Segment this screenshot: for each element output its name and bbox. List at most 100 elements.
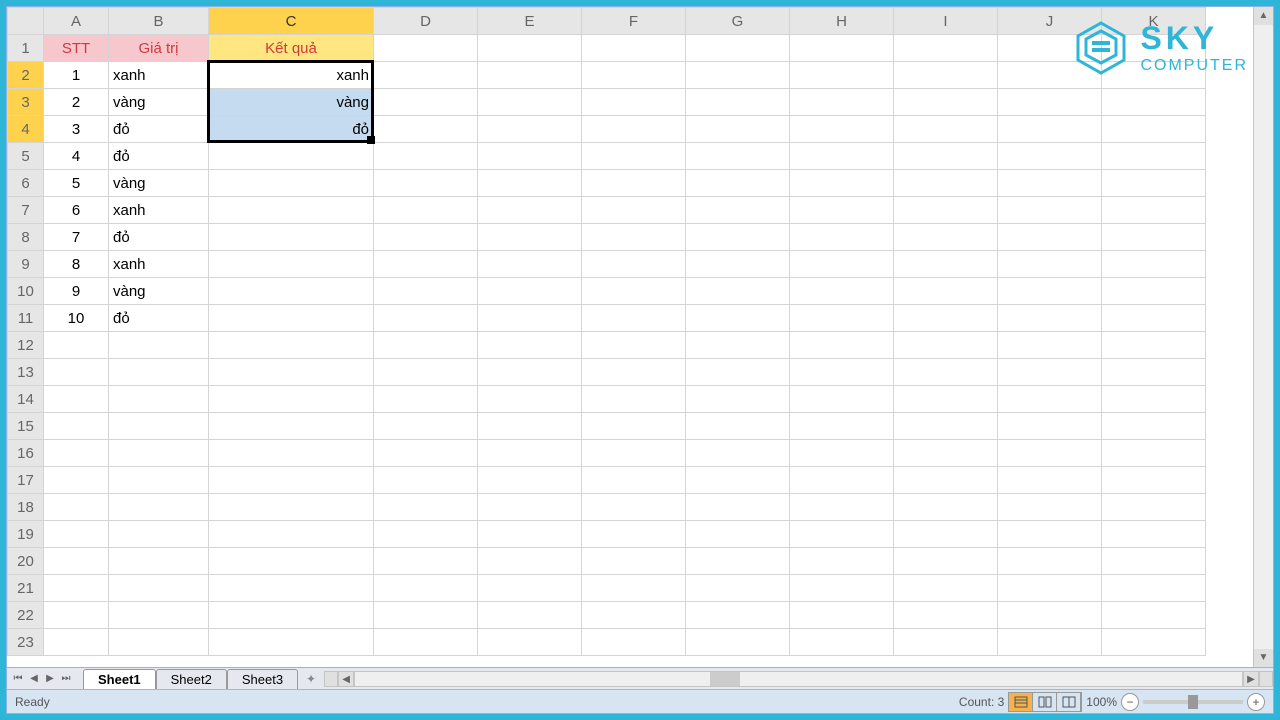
cell-A18[interactable] (44, 494, 109, 521)
cell-J14[interactable] (998, 386, 1102, 413)
cell-F22[interactable] (582, 602, 686, 629)
scroll-down-arrow[interactable]: ▼ (1254, 649, 1273, 667)
cell-I19[interactable] (894, 521, 998, 548)
row-header-6[interactable]: 6 (8, 170, 44, 197)
cell-B15[interactable] (109, 413, 209, 440)
cell-B11[interactable]: đỏ (109, 305, 209, 332)
page-layout-view-button[interactable] (1033, 693, 1057, 711)
cell-H7[interactable] (790, 197, 894, 224)
cell-I22[interactable] (894, 602, 998, 629)
cell-E11[interactable] (478, 305, 582, 332)
tab-next-icon[interactable]: ▶ (43, 673, 57, 684)
cell-G10[interactable] (686, 278, 790, 305)
cell-H14[interactable] (790, 386, 894, 413)
cell-G15[interactable] (686, 413, 790, 440)
cell-C2[interactable]: xanh (209, 62, 374, 89)
cell-I2[interactable] (894, 62, 998, 89)
cell-G13[interactable] (686, 359, 790, 386)
cell-F18[interactable] (582, 494, 686, 521)
sheet-tab-sheet2[interactable]: Sheet2 (156, 669, 227, 689)
cell-C10[interactable] (209, 278, 374, 305)
cell-H16[interactable] (790, 440, 894, 467)
row-header-10[interactable]: 10 (8, 278, 44, 305)
cell-D14[interactable] (374, 386, 478, 413)
cell-G20[interactable] (686, 548, 790, 575)
cell-F14[interactable] (582, 386, 686, 413)
cell-J8[interactable] (998, 224, 1102, 251)
cell-B9[interactable]: xanh (109, 251, 209, 278)
cell-B10[interactable]: vàng (109, 278, 209, 305)
hscroll-track[interactable] (354, 671, 1243, 687)
row-header-5[interactable]: 5 (8, 143, 44, 170)
cell-G7[interactable] (686, 197, 790, 224)
row-header-19[interactable]: 19 (8, 521, 44, 548)
zoom-out-button[interactable]: − (1121, 693, 1139, 711)
cell-F8[interactable] (582, 224, 686, 251)
cell-K9[interactable] (1102, 251, 1206, 278)
cell-I4[interactable] (894, 116, 998, 143)
cell-E6[interactable] (478, 170, 582, 197)
cell-F4[interactable] (582, 116, 686, 143)
cell-D1[interactable] (374, 35, 478, 62)
cell-K19[interactable] (1102, 521, 1206, 548)
cell-B8[interactable]: đỏ (109, 224, 209, 251)
cell-H18[interactable] (790, 494, 894, 521)
cell-K10[interactable] (1102, 278, 1206, 305)
zoom-in-button[interactable]: + (1247, 693, 1265, 711)
sheet-tab-sheet3[interactable]: Sheet3 (227, 669, 298, 689)
cell-A19[interactable] (44, 521, 109, 548)
row-header-21[interactable]: 21 (8, 575, 44, 602)
row-header-9[interactable]: 9 (8, 251, 44, 278)
cell-B22[interactable] (109, 602, 209, 629)
cell-A11[interactable]: 10 (44, 305, 109, 332)
cell-J9[interactable] (998, 251, 1102, 278)
cell-C4[interactable]: đỏ (209, 116, 374, 143)
cell-A1[interactable]: STT (44, 35, 109, 62)
cell-B17[interactable] (109, 467, 209, 494)
cell-K12[interactable] (1102, 332, 1206, 359)
cell-A15[interactable] (44, 413, 109, 440)
row-header-17[interactable]: 17 (8, 467, 44, 494)
row-header-18[interactable]: 18 (8, 494, 44, 521)
cell-H13[interactable] (790, 359, 894, 386)
cell-F12[interactable] (582, 332, 686, 359)
horizontal-scrollbar[interactable]: ◀ ▶ (324, 671, 1273, 687)
sheet-tab-sheet1[interactable]: Sheet1 (83, 669, 156, 689)
row-header-16[interactable]: 16 (8, 440, 44, 467)
cell-B2[interactable]: xanh (109, 62, 209, 89)
cell-E16[interactable] (478, 440, 582, 467)
cell-A10[interactable]: 9 (44, 278, 109, 305)
cell-I1[interactable] (894, 35, 998, 62)
cell-C3[interactable]: vàng (209, 89, 374, 116)
cell-E7[interactable] (478, 197, 582, 224)
cell-D9[interactable] (374, 251, 478, 278)
row-header-23[interactable]: 23 (8, 629, 44, 656)
cell-A4[interactable]: 3 (44, 116, 109, 143)
cell-A20[interactable] (44, 548, 109, 575)
page-break-view-button[interactable] (1057, 693, 1081, 711)
row-header-20[interactable]: 20 (8, 548, 44, 575)
row-header-2[interactable]: 2 (8, 62, 44, 89)
cell-B13[interactable] (109, 359, 209, 386)
cell-A21[interactable] (44, 575, 109, 602)
cell-D22[interactable] (374, 602, 478, 629)
cell-C14[interactable] (209, 386, 374, 413)
cell-B23[interactable] (109, 629, 209, 656)
cell-G9[interactable] (686, 251, 790, 278)
row-header-7[interactable]: 7 (8, 197, 44, 224)
cell-G3[interactable] (686, 89, 790, 116)
col-header-G[interactable]: G (686, 8, 790, 35)
cell-E12[interactable] (478, 332, 582, 359)
cell-I7[interactable] (894, 197, 998, 224)
cell-F16[interactable] (582, 440, 686, 467)
cell-K16[interactable] (1102, 440, 1206, 467)
cell-A5[interactable]: 4 (44, 143, 109, 170)
cell-I12[interactable] (894, 332, 998, 359)
cell-C19[interactable] (209, 521, 374, 548)
cell-I13[interactable] (894, 359, 998, 386)
cell-K8[interactable] (1102, 224, 1206, 251)
cell-D20[interactable] (374, 548, 478, 575)
cell-J18[interactable] (998, 494, 1102, 521)
cell-G21[interactable] (686, 575, 790, 602)
cell-K17[interactable] (1102, 467, 1206, 494)
